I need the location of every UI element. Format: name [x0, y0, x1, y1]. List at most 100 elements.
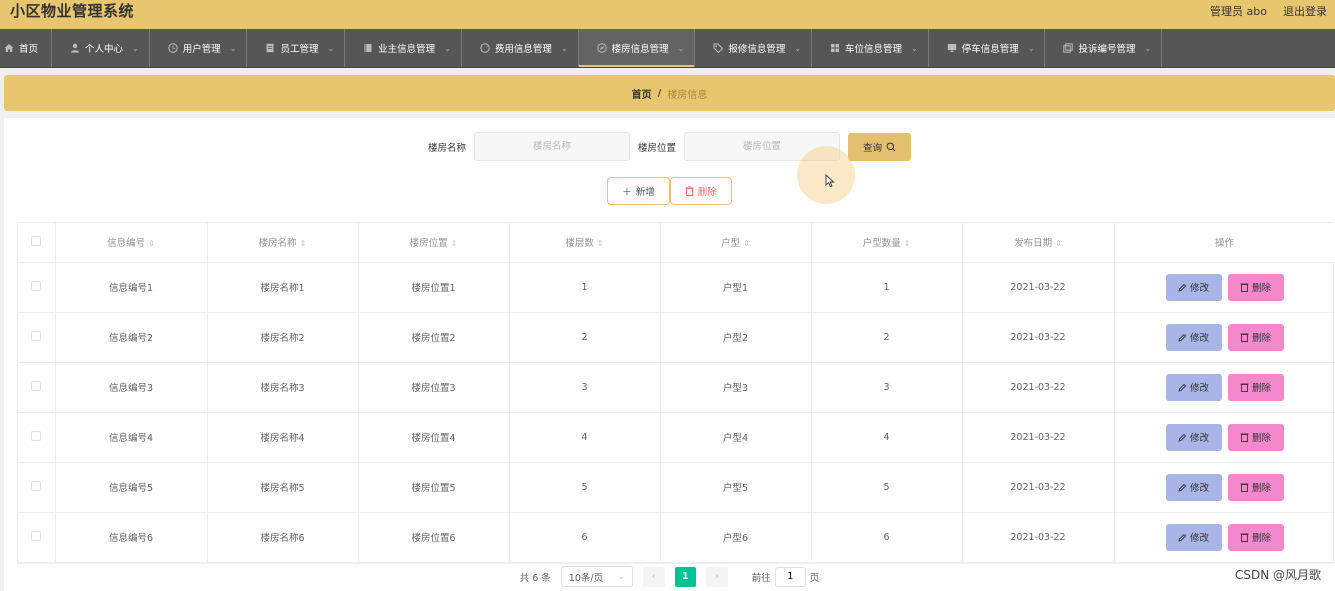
nav-item-9[interactable]: 停车信息管理 ⌄: [929, 29, 1046, 67]
edit-button[interactable]: 修改: [1165, 473, 1222, 501]
nav-item-5[interactable]: 费用信息管理 ⌄: [462, 29, 579, 67]
bulk-delete-button[interactable]: 删除: [669, 177, 732, 205]
table-cell: 楼房位置1: [358, 262, 510, 313]
sort-icon[interactable]: ⇕: [300, 239, 307, 248]
row-checkbox[interactable]: [31, 280, 42, 291]
prev-page-button[interactable]: ‹: [642, 566, 665, 587]
row-checkbox[interactable]: [31, 480, 42, 491]
table-cell: 信息编号3: [55, 362, 208, 413]
column-header-6[interactable]: 发布日期 ⇕: [962, 223, 1115, 263]
row-checkbox[interactable]: [31, 530, 42, 541]
sort-icon[interactable]: ⇕: [451, 239, 458, 248]
delete-button[interactable]: 删除: [1227, 473, 1284, 501]
row-actions-cell: 修改 删除: [1114, 512, 1335, 563]
nav-item-label: 投诉编号管理: [1078, 44, 1136, 55]
edit-icon: [1178, 533, 1187, 542]
nav-item-3[interactable]: 员工管理 ⌄: [247, 29, 346, 67]
column-header-2[interactable]: 楼房位置 ⇕: [358, 223, 510, 263]
table-cell: 4: [811, 412, 963, 463]
breadcrumb-home[interactable]: 首页: [632, 86, 652, 101]
delete-button[interactable]: 删除: [1227, 273, 1284, 301]
column-header-label: 操作: [1214, 238, 1234, 250]
delete-button[interactable]: 删除: [1227, 323, 1284, 351]
sort-icon[interactable]: ⇕: [904, 239, 911, 248]
edit-button[interactable]: 修改: [1165, 323, 1222, 351]
edit-button[interactable]: 修改: [1165, 373, 1222, 401]
column-header-0[interactable]: 信息编号 ⇕: [55, 223, 208, 263]
table-row: 信息编号4 楼房名称4 楼房位置4 4 户型4 4 2021-03-22 修改 删除: [18, 412, 1335, 463]
row-actions-cell: 修改 删除: [1114, 462, 1335, 513]
row-checkbox[interactable]: [31, 430, 42, 441]
current-user-label: 管理员 abo: [1210, 4, 1267, 18]
query-button-label: 查询: [863, 142, 883, 154]
nav-item-label: 报修信息管理: [728, 44, 786, 55]
edit-button[interactable]: 修改: [1165, 273, 1222, 301]
page-size-select[interactable]: 10条/页 ⌄: [560, 566, 633, 587]
edit-button[interactable]: 修改: [1165, 423, 1222, 451]
column-header-5[interactable]: 户型数量 ⇕: [811, 223, 963, 263]
building-name-input[interactable]: [474, 132, 630, 161]
nav-item-4[interactable]: 业主信息管理 ⌄: [345, 29, 462, 67]
chevron-down-icon: ⌄: [677, 43, 685, 53]
goto-page-input[interactable]: [774, 566, 806, 587]
row-checkbox[interactable]: [31, 330, 42, 341]
nav-item-label: 楼房信息管理: [611, 44, 669, 55]
row-actions-cell: 修改 删除: [1114, 362, 1335, 413]
column-header-3[interactable]: 楼层数 ⇕: [509, 223, 661, 263]
compass-icon: [596, 43, 607, 53]
column-header-label: 楼房位置: [409, 238, 448, 250]
nav-item-6[interactable]: 楼房信息管理 ⌄: [578, 29, 696, 67]
row-checkbox[interactable]: [31, 380, 42, 391]
trash-icon: [1240, 283, 1249, 292]
page-number-current[interactable]: 1: [674, 566, 696, 587]
table-row: 信息编号3 楼房名称3 楼房位置3 3 户型3 3 2021-03-22 修改 删除: [18, 362, 1335, 413]
row-select-cell: [18, 412, 56, 463]
column-header-label: 楼层数: [565, 238, 594, 250]
sort-icon[interactable]: ⇕: [1055, 239, 1062, 248]
edit-button[interactable]: 修改: [1165, 523, 1222, 551]
delete-button-label: 删除: [1251, 433, 1271, 444]
nav-item-2[interactable]: 用户管理 ⌄: [150, 29, 248, 67]
table-body: 信息编号1 楼房名称1 楼房位置1 1 户型1 1 2021-03-22 修改 删除 信息编号2 楼…: [18, 262, 1335, 563]
copy-icon: [1063, 43, 1074, 53]
trash-icon: [685, 186, 694, 196]
select-all-checkbox[interactable]: [31, 235, 42, 246]
nav-item-1[interactable]: 个人中心 ⌄: [52, 29, 150, 67]
sort-icon[interactable]: ⇕: [743, 239, 750, 248]
clock-icon: [168, 43, 178, 53]
column-header-1[interactable]: 楼房名称 ⇕: [207, 223, 359, 263]
table-cell: 5: [811, 462, 963, 513]
chevron-down-icon: ⌄: [1144, 43, 1152, 53]
monitor-icon: [947, 43, 957, 53]
row-actions-cell: 修改 删除: [1114, 262, 1335, 313]
delete-button[interactable]: 删除: [1227, 373, 1284, 401]
table-cell: 6: [509, 512, 661, 563]
next-page-button[interactable]: ›: [705, 566, 728, 587]
search-icon: [886, 142, 896, 151]
delete-button[interactable]: 删除: [1227, 523, 1284, 551]
page-size-value: 10条/页: [568, 572, 604, 584]
nav-item-8[interactable]: 车位信息管理 ⌄: [812, 29, 929, 67]
sort-icon[interactable]: ⇕: [148, 239, 155, 248]
column-header-7: 操作: [1114, 223, 1335, 263]
app-header: 小区物业管理系统 管理员 abo 退出登录: [0, 0, 1335, 29]
delete-button-label: 删除: [1251, 533, 1271, 544]
nav-item-0[interactable]: 首页: [0, 29, 53, 67]
select-all-cell: [18, 223, 56, 263]
add-button[interactable]: ＋ 新增: [607, 177, 670, 205]
table-cell: 户型6: [660, 512, 812, 563]
logout-link[interactable]: 退出登录: [1283, 3, 1327, 19]
table-cell: 户型4: [660, 412, 812, 463]
row-select-cell: [18, 512, 56, 563]
table-cell: 楼房位置2: [358, 312, 510, 363]
chevron-down-icon: ⌄: [560, 43, 568, 53]
sort-icon[interactable]: ⇕: [597, 239, 604, 248]
delete-button[interactable]: 删除: [1227, 423, 1284, 451]
nav-item-7[interactable]: 报修信息管理 ⌄: [695, 29, 813, 67]
column-header-4[interactable]: 户型 ⇕: [660, 223, 812, 263]
query-button[interactable]: 查询: [848, 132, 912, 161]
table-row: 信息编号5 楼房名称5 楼房位置5 5 户型5 5 2021-03-22 修改 删除: [18, 462, 1335, 513]
nav-item-10[interactable]: 投诉编号管理 ⌄: [1045, 29, 1163, 67]
table-cell: 户型2: [660, 312, 812, 363]
table-cell: 5: [509, 462, 661, 513]
